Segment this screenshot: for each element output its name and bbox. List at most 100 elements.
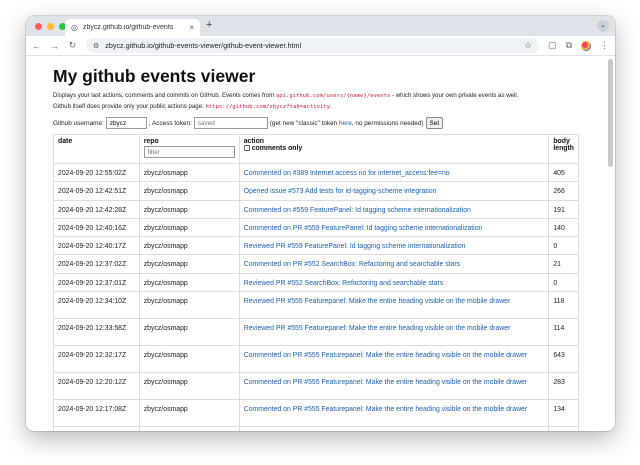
event-link[interactable]: Reviewed PR #552 SearchBox: Refactoring … (244, 280, 444, 287)
desc-text: - which shows your own private events as… (390, 92, 519, 99)
event-link[interactable]: Commented on PR #552 SearchBox: Refactor… (244, 261, 460, 268)
body-length-cell: 191 (548, 199, 579, 219)
event-link[interactable]: Commented on PR #555 Featurepanel: Make … (244, 379, 527, 386)
forward-arrow-icon[interactable]: → (50, 41, 59, 51)
event-link[interactable]: Commented on #559 FeaturePanel: Id taggi… (244, 207, 471, 214)
event-link[interactable]: Reviewed PR #555 Featurepanel: Make the … (244, 298, 511, 305)
table-row: 2024-09-20 12:33:58Z zbycz/osmapp Reviewed… (53, 318, 579, 347)
table-row: 2024-09-20 12:37:01Z zbycz/osmapp Reviewed… (53, 272, 579, 293)
repo-cell: zbycz/osmapp (138, 291, 240, 320)
repo-cell: zbycz/osmapp (138, 236, 240, 256)
table-row: 2024-09-20 12:42:28Z zbycz/osmapp Commente… (53, 199, 579, 219)
page-content: My github events viewer Displays your la… (26, 56, 581, 431)
table-row: 2024-09-20 12:55:02Z zbycz/osmapp Commente… (53, 162, 579, 183)
action-cell: Reviewed PR #559 FeaturePanel: Id taggin… (238, 236, 550, 256)
repo-cell: zbycz/osmapp (138, 217, 240, 238)
action-cell: Opened issue #573 Add tests for id-taggi… (238, 181, 550, 201)
repo-cell: zbycz/osmapp (138, 318, 240, 347)
repo-cell: zbycz/osmapp (138, 399, 240, 428)
date-cell: 2024-09-20 12:34:10Z (53, 291, 140, 320)
date-cell: 2024-09-20 12:32:17Z (53, 345, 140, 374)
action-cell: Commented on PR #555 Featurepanel: Make … (238, 372, 550, 401)
address-bar[interactable]: ⚙ zbycz.github.io/github-events-viewer/g… (86, 38, 540, 53)
action-cell: Reviewed PR #555 Featurepanel: Make the … (238, 318, 550, 347)
browser-window: ◎ zbycz.github.io/github-events × + ⌄ ← … (26, 16, 615, 431)
menu-dots-icon[interactable]: ⋮ (600, 40, 609, 51)
comments-only-checkbox[interactable] (243, 145, 250, 151)
events-table: date repo action comments only body leng… (53, 134, 579, 431)
table-row: 2024-09-20 12:16:16Zzbycz/osmappCommente… (53, 426, 579, 431)
globe-icon: ◎ (71, 23, 78, 32)
repo-cell: zbycz/osmapp (138, 345, 240, 374)
body-length-cell: 0 (548, 272, 579, 293)
event-link[interactable]: Commented on #389 Internet access no for… (244, 170, 450, 177)
repo-filter-input[interactable] (143, 146, 235, 158)
table-row: 2024-09-20 12:17:08Z zbycz/osmapp Commente… (53, 399, 579, 428)
site-info-icon[interactable]: ⚙ (93, 42, 99, 50)
repo-header-label: repo (143, 138, 159, 145)
hint-text: (get new "classic" token (269, 119, 339, 127)
event-link[interactable]: Reviewed PR #555 Featurepanel: Make the … (244, 325, 511, 332)
username-label: Github username: (53, 119, 104, 127)
date-cell: 2024-09-20 12:33:58Z (53, 318, 140, 347)
api-endpoint-code: api.github.com/users/{name}/events (275, 93, 391, 99)
address-url[interactable]: zbycz.github.io/github-events-viewer/git… (105, 41, 518, 50)
action-cell: Commented on PR #555 Featurepanel: Make … (238, 399, 550, 428)
date-cell: 2024-09-20 12:16:16Z (53, 426, 140, 431)
repo-cell: zbycz/osmapp (138, 372, 240, 401)
repo-cell: zbycz/osmapp (138, 162, 240, 183)
event-link[interactable]: Commented on PR #555 Featurepanel: Make … (244, 352, 527, 359)
body-length-cell: 114 (548, 318, 579, 347)
hint-text: , no permissions needed) (351, 119, 424, 127)
browser-toolbar: ← → ↻ ⚙ zbycz.github.io/github-events-vi… (26, 36, 615, 56)
date-cell: 2024-09-20 12:37:02Z (53, 254, 140, 274)
action-cell: Reviewed PR #555 Featurepanel: Make the … (238, 291, 550, 320)
event-link[interactable]: Opened issue #573 Add tests for id-taggi… (244, 188, 437, 195)
set-button[interactable]: Set (425, 117, 444, 129)
date-cell: 2024-09-20 12:17:08Z (53, 399, 140, 428)
repo-cell: zbycz/osmapp (138, 426, 240, 431)
table-row: 2024-09-20 12:37:02Z zbycz/osmapp Commente… (53, 254, 579, 274)
body-length-cell: 283 (548, 372, 579, 401)
token-link[interactable]: here (339, 120, 352, 127)
date-cell: 2024-09-20 12:40:17Z (53, 236, 140, 256)
page-description: Displays your last actions, comments and… (53, 91, 581, 112)
back-arrow-icon[interactable]: ← (32, 41, 41, 51)
close-window-button[interactable] (35, 22, 42, 30)
table-row: 2024-09-20 12:40:17Z zbycz/osmapp Reviewed… (53, 236, 579, 256)
table-row: 2024-09-20 12:40:16Z zbycz/osmapp Commente… (53, 217, 579, 238)
profile-avatar-icon[interactable] (581, 40, 591, 51)
new-tab-button[interactable]: + (206, 19, 212, 31)
token-input[interactable] (193, 117, 268, 129)
activity-url-code: https://github.com/zbycz?tab=activity (205, 103, 331, 110)
action-cell: Commented on PR #555 Featurepanel: Make … (238, 345, 550, 374)
body-length-cell: 21 (548, 254, 579, 274)
event-link[interactable]: Reviewed PR #559 FeaturePanel: Id taggin… (244, 243, 466, 250)
body-length-cell: 0 (548, 236, 579, 256)
event-link[interactable]: Commented on PR #555 Featurepanel: Make … (244, 406, 527, 413)
desc-text: Displays your last actions, comments and… (53, 92, 276, 99)
body-length-header: body length (548, 134, 579, 164)
tab-strip: ◎ zbycz.github.io/github-events × + ⌄ (26, 16, 615, 36)
repo-cell: zbycz/osmapp (138, 254, 240, 274)
minimize-window-button[interactable] (47, 22, 54, 30)
tab-search-icon[interactable]: ⌄ (597, 20, 609, 32)
action-cell: Commented on PR #555 Featurepanel: Make … (238, 426, 550, 431)
page-scrollbar[interactable] (608, 59, 613, 167)
tab-close-icon[interactable]: × (189, 23, 194, 32)
table-row: 2024-09-20 12:42:51Z zbycz/osmapp Opened i… (53, 181, 579, 201)
sidepanel-icon[interactable]: ▢ (548, 40, 557, 51)
settings-form: Github username: , Access token: (get ne… (53, 117, 581, 129)
active-tab[interactable]: ◎ zbycz.github.io/github-events × (65, 19, 200, 36)
action-cell: Commented on PR #552 SearchBox: Refactor… (238, 254, 550, 274)
token-label: , Access token: (148, 119, 192, 127)
reload-icon[interactable]: ↻ (68, 40, 77, 51)
action-header-label: action (243, 138, 265, 145)
username-input[interactable] (105, 117, 147, 129)
date-cell: 2024-09-20 12:37:01Z (53, 272, 140, 293)
bookmark-star-icon[interactable]: ☆ (524, 40, 532, 51)
body-length-cell: 134 (548, 399, 579, 428)
event-link[interactable]: Commented on PR #559 FeaturePanel: Id ta… (244, 225, 483, 232)
body-length-cell: 118 (548, 291, 579, 320)
extensions-icon[interactable]: ⧉ (566, 40, 572, 51)
